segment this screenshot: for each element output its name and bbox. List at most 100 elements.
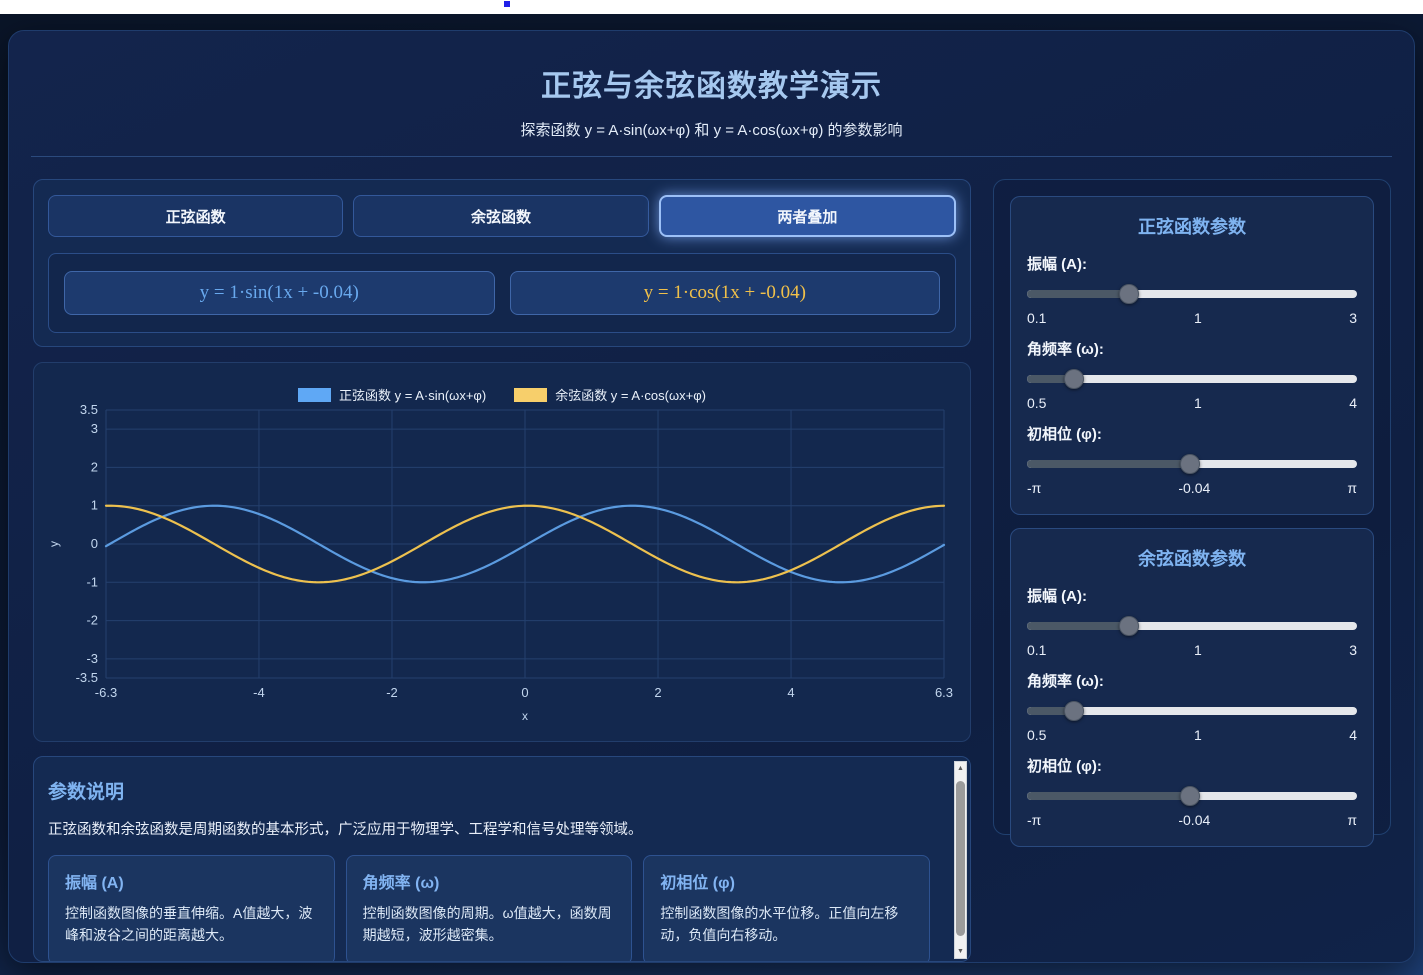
range-min: 0.1 bbox=[1027, 310, 1046, 326]
scrollbar-thumb[interactable] bbox=[956, 781, 965, 936]
svg-text:-2: -2 bbox=[86, 613, 98, 628]
function-chart: 3.5 3 2 1 0 -1 -2 -3 -3.5-6.3 -4 -2 0 2 4 6.3 y x bbox=[34, 363, 970, 741]
slider-thumb[interactable] bbox=[1064, 369, 1084, 389]
slider-label: 初相位 (φ): bbox=[1027, 755, 1357, 776]
range-mid: 1 bbox=[1194, 395, 1202, 411]
sine-legend-label: 正弦函数 y = A·sin(ωx+φ) bbox=[339, 385, 486, 404]
slider-label: 振幅 (A): bbox=[1027, 253, 1357, 274]
range-mid: 1 bbox=[1194, 310, 1202, 326]
svg-text:0: 0 bbox=[91, 536, 98, 551]
slider-thumb[interactable] bbox=[1119, 616, 1139, 636]
sine-amplitude-group: 振幅 (A): 0.1 1 3 bbox=[1027, 253, 1357, 326]
sine-phase-slider[interactable] bbox=[1027, 454, 1357, 474]
svg-text:6.3: 6.3 bbox=[935, 685, 953, 700]
slider-label: 角频率 (ω): bbox=[1027, 338, 1357, 359]
slider-thumb[interactable] bbox=[1180, 454, 1200, 474]
card-title: 初相位 (φ) bbox=[660, 869, 913, 893]
svg-text:-3.5: -3.5 bbox=[76, 670, 98, 685]
range-min: -π bbox=[1027, 480, 1041, 496]
slider-label: 振幅 (A): bbox=[1027, 585, 1357, 606]
chart-legend: 正弦函数 y = A·sin(ωx+φ) 余弦函数 y = A·cos(ωx+φ… bbox=[34, 385, 970, 404]
info-title: 参数说明 bbox=[48, 777, 930, 804]
cosine-formula: y = 1·cos(1x + -0.04) bbox=[510, 271, 941, 315]
slider-thumb[interactable] bbox=[1180, 786, 1200, 806]
page-subtitle: 探索函数 y = A·sin(ωx+φ) 和 y = A·cos(ωx+φ) 的… bbox=[9, 119, 1414, 140]
legend-item-cosine[interactable]: 余弦函数 y = A·cos(ωx+φ) bbox=[514, 385, 706, 404]
slider-label: 角频率 (ω): bbox=[1027, 670, 1357, 691]
frequency-card: 角频率 (ω) 控制函数图像的周期。ω值越大，函数周期越短，波形越密集。 bbox=[346, 855, 633, 962]
tab-cosine[interactable]: 余弦函数 bbox=[353, 195, 648, 237]
svg-text:2: 2 bbox=[91, 459, 98, 474]
slider-thumb[interactable] bbox=[1064, 701, 1084, 721]
card-body: 控制函数图像的水平位移。正值向左移动，负值向右移动。 bbox=[660, 902, 913, 947]
range-min: -π bbox=[1027, 812, 1041, 828]
range-mid: 1 bbox=[1194, 642, 1202, 658]
range-mid: -0.04 bbox=[1178, 812, 1210, 828]
cosine-frequency-slider[interactable] bbox=[1027, 701, 1357, 721]
favicon-dot-icon bbox=[504, 1, 510, 7]
range-min: 0.5 bbox=[1027, 395, 1046, 411]
tab-sine[interactable]: 正弦函数 bbox=[48, 195, 343, 237]
scrollbar-down-icon[interactable]: ▼ bbox=[955, 945, 966, 958]
svg-text:-2: -2 bbox=[386, 685, 398, 700]
svg-text:4: 4 bbox=[787, 685, 794, 700]
svg-text:3.5: 3.5 bbox=[80, 402, 98, 417]
cosine-phase-slider[interactable] bbox=[1027, 786, 1357, 806]
vertical-scrollbar[interactable]: ▲ ▼ bbox=[954, 761, 967, 959]
legend-item-sine[interactable]: 正弦函数 y = A·sin(ωx+φ) bbox=[298, 385, 486, 404]
range-mid: -0.04 bbox=[1178, 480, 1210, 496]
tabs-row: 正弦函数 余弦函数 两者叠加 bbox=[48, 195, 956, 237]
svg-text:-4: -4 bbox=[253, 685, 265, 700]
sine-params-panel: 正弦函数参数 振幅 (A): 0.1 1 3 bbox=[1010, 196, 1374, 515]
svg-text:-3: -3 bbox=[86, 651, 98, 666]
header-divider bbox=[31, 156, 1392, 157]
svg-text:-1: -1 bbox=[86, 574, 98, 589]
cosine-amplitude-slider[interactable] bbox=[1027, 616, 1357, 636]
sine-params-title: 正弦函数参数 bbox=[1027, 213, 1357, 239]
range-max: 3 bbox=[1349, 310, 1357, 326]
range-min: 0.5 bbox=[1027, 727, 1046, 743]
range-max: π bbox=[1347, 812, 1357, 828]
cosine-legend-swatch bbox=[514, 388, 547, 402]
cosine-params-title: 余弦函数参数 bbox=[1027, 545, 1357, 571]
chart-panel: 正弦函数 y = A·sin(ωx+φ) 余弦函数 y = A·cos(ωx+φ… bbox=[33, 362, 971, 742]
svg-text:1: 1 bbox=[91, 498, 98, 513]
main-card: 正弦与余弦函数教学演示 探索函数 y = A·sin(ωx+φ) 和 y = A… bbox=[8, 30, 1415, 963]
sine-frequency-slider[interactable] bbox=[1027, 369, 1357, 389]
svg-text:2: 2 bbox=[654, 685, 661, 700]
controls-section: 正弦函数 余弦函数 两者叠加 y = 1·sin(1x + -0.04) y =… bbox=[33, 179, 971, 347]
info-description: 正弦函数和余弦函数是周期函数的基本形式，广泛应用于物理学、工程学和信号处理等领域… bbox=[48, 818, 930, 839]
range-max: π bbox=[1347, 480, 1357, 496]
range-max: 4 bbox=[1349, 395, 1357, 411]
svg-text:0: 0 bbox=[521, 685, 528, 700]
range-max: 4 bbox=[1349, 727, 1357, 743]
browser-edge-strip bbox=[0, 0, 1423, 14]
range-mid: 1 bbox=[1194, 727, 1202, 743]
sine-amplitude-slider[interactable] bbox=[1027, 284, 1357, 304]
slider-thumb[interactable] bbox=[1119, 284, 1139, 304]
range-max: 3 bbox=[1349, 642, 1357, 658]
parameters-column: 正弦函数参数 振幅 (A): 0.1 1 3 bbox=[993, 179, 1391, 835]
range-min: 0.1 bbox=[1027, 642, 1046, 658]
tab-overlay[interactable]: 两者叠加 bbox=[659, 195, 956, 237]
card-body: 控制函数图像的垂直伸缩。A值越大，波峰和波谷之间的距离越大。 bbox=[65, 902, 318, 947]
card-title: 振幅 (A) bbox=[65, 869, 318, 893]
cosine-frequency-group: 角频率 (ω): 0.5 1 4 bbox=[1027, 670, 1357, 743]
svg-text:x: x bbox=[522, 709, 528, 723]
svg-text:-6.3: -6.3 bbox=[95, 685, 117, 700]
sine-formula: y = 1·sin(1x + -0.04) bbox=[64, 271, 495, 315]
cosine-phase-group: 初相位 (φ): -π -0.04 π bbox=[1027, 755, 1357, 828]
card-title: 角频率 (ω) bbox=[363, 869, 616, 893]
svg-text:y: y bbox=[47, 541, 61, 547]
sine-phase-group: 初相位 (φ): -π -0.04 π bbox=[1027, 423, 1357, 496]
sine-frequency-group: 角频率 (ω): 0.5 1 4 bbox=[1027, 338, 1357, 411]
info-section: 参数说明 正弦函数和余弦函数是周期函数的基本形式，广泛应用于物理学、工程学和信号… bbox=[33, 756, 971, 962]
cosine-amplitude-group: 振幅 (A): 0.1 1 3 bbox=[1027, 585, 1357, 658]
svg-text:3: 3 bbox=[91, 421, 98, 436]
info-cards-row: 振幅 (A) 控制函数图像的垂直伸缩。A值越大，波峰和波谷之间的距离越大。 角频… bbox=[48, 855, 930, 962]
amplitude-card: 振幅 (A) 控制函数图像的垂直伸缩。A值越大，波峰和波谷之间的距离越大。 bbox=[48, 855, 335, 962]
page-title: 正弦与余弦函数教学演示 bbox=[9, 61, 1414, 105]
scrollbar-up-icon[interactable]: ▲ bbox=[955, 762, 966, 775]
slider-label: 初相位 (φ): bbox=[1027, 423, 1357, 444]
cosine-legend-label: 余弦函数 y = A·cos(ωx+φ) bbox=[555, 385, 706, 404]
